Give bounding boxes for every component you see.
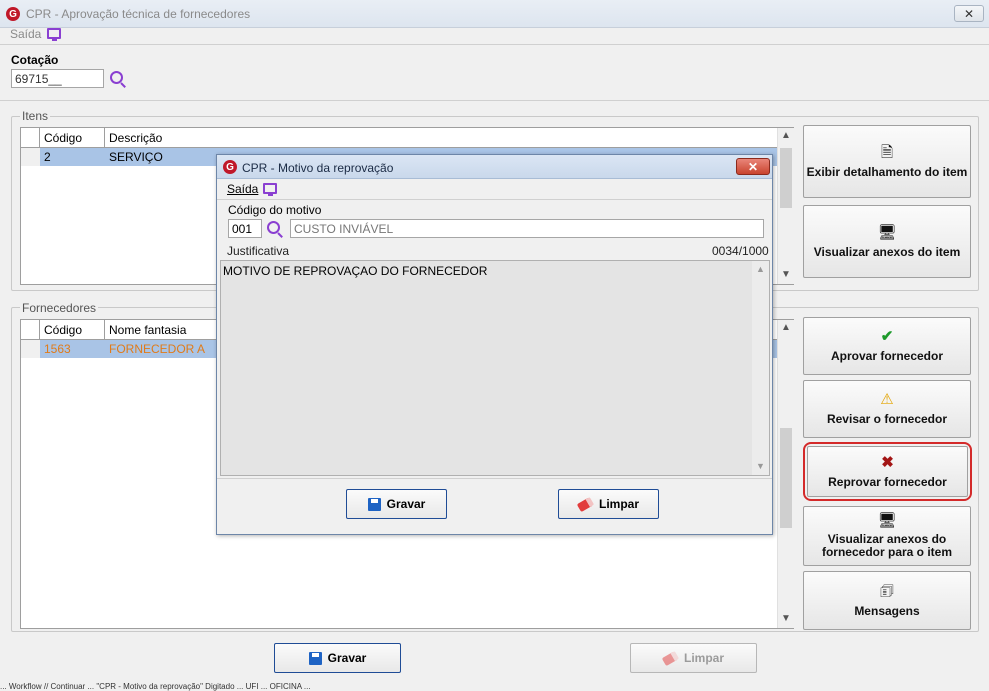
col-codigo[interactable]: Código: [40, 128, 105, 147]
motivo-descricao-field: CUSTO INVIÁVEL: [290, 219, 764, 238]
mensagens-label: Mensagens: [854, 603, 920, 618]
dialog-limpar-button[interactable]: Limpar: [558, 489, 659, 519]
visualizar-anexos-item-button[interactable]: 🖥 Visualizar anexos do item: [803, 205, 971, 278]
warning-icon: ⚠: [880, 391, 894, 408]
exibir-detalhamento-button[interactable]: 🗎 Exibir detalhamento do item: [803, 125, 971, 198]
dialog-menu-saida[interactable]: Saída: [227, 182, 258, 196]
justificativa-label: Justificativa: [227, 244, 290, 258]
dialog-gravar-button[interactable]: Gravar: [346, 489, 447, 519]
dialog-titlebar: G CPR - Motivo da reprovação ✕: [217, 155, 772, 179]
visualizar-anexos-fornecedor-button[interactable]: 🖥 Visualizar anexos do fornecedor para o…: [803, 506, 971, 566]
messages-icon: 🗊: [880, 582, 894, 600]
codigo-motivo-input[interactable]: 001: [228, 219, 262, 238]
limpar-label: Limpar: [683, 651, 724, 665]
cotacao-label: Cotação: [11, 53, 59, 67]
scroll-thumb[interactable]: [780, 148, 792, 208]
grid-corner: [21, 128, 40, 147]
fornecedores-legend: Fornecedores: [20, 301, 99, 315]
eraser-icon: [576, 496, 595, 512]
eraser-icon: [661, 650, 680, 666]
menu-divider: [0, 44, 989, 45]
codigo-motivo-label: Código do motivo: [228, 203, 322, 217]
grid-corner: [21, 320, 40, 339]
dialog-title: CPR - Motivo da reprovação: [242, 161, 394, 175]
menu-saida[interactable]: Saída: [10, 27, 41, 41]
x-mark-icon: ✖: [881, 453, 894, 471]
cell-codigo: 2: [44, 150, 51, 164]
status-bar: ... Workflow // Continuar ... "CPR - Mot…: [0, 682, 989, 691]
itens-legend: Itens: [20, 109, 51, 123]
mensagens-button[interactable]: 🗊 Mensagens: [803, 571, 971, 630]
scroll-up-icon[interactable]: ▲: [756, 264, 765, 274]
reprovar-fornecedor-label: Reprovar fornecedor: [828, 474, 947, 489]
justificativa-counter: 0034/1000: [712, 244, 769, 258]
monitor-icon: 🖥: [877, 512, 897, 529]
fornecedores-scrollbar[interactable]: ▲ ▼: [777, 320, 794, 628]
gravar-label: Gravar: [327, 651, 367, 665]
revisar-fornecedor-label: Revisar o fornecedor: [826, 412, 948, 426]
row-indicator: [21, 340, 40, 358]
justificativa-textarea[interactable]: MOTIVO DE REPROVAÇAO DO FORNECEDOR ▲ ▼: [220, 260, 770, 476]
row-indicator: [21, 148, 40, 166]
scroll-up-icon[interactable]: ▲: [781, 130, 791, 141]
save-icon: [308, 651, 322, 665]
dialog-gravar-label: Gravar: [386, 497, 426, 511]
window-close-button[interactable]: ✕: [954, 5, 984, 22]
scroll-up-icon[interactable]: ▲: [781, 322, 791, 333]
dialog-limpar-label: Limpar: [598, 497, 639, 511]
scroll-down-icon[interactable]: ▼: [781, 269, 791, 280]
anexos-fornecedor-label-2: fornecedor para o item: [821, 545, 953, 559]
monitor-icon: 🖥: [877, 223, 897, 241]
revisar-fornecedor-button[interactable]: ⚠ Revisar o fornecedor: [803, 380, 971, 438]
col-descricao[interactable]: Descrição: [105, 128, 773, 147]
gravar-button[interactable]: Gravar: [274, 643, 401, 673]
cotacao-input[interactable]: 69715__: [11, 69, 104, 88]
itens-scrollbar[interactable]: ▲ ▼: [777, 128, 794, 284]
dialog-close-button[interactable]: ✕: [736, 158, 770, 175]
motivo-dialog: G CPR - Motivo da reprovação ✕ Saída Cód…: [216, 154, 773, 535]
dialog-logo-icon: G: [223, 160, 237, 174]
visualizar-anexos-item-label: Visualizar anexos do item: [813, 244, 961, 259]
scroll-down-icon[interactable]: ▼: [756, 461, 765, 471]
header-divider: [0, 100, 989, 101]
reprovar-fornecedor-button[interactable]: ✖ Reprovar fornecedor: [807, 446, 968, 497]
app-logo-icon: G: [6, 7, 20, 21]
check-icon: ✔: [880, 328, 894, 345]
document-search-icon: 🗎: [880, 143, 894, 161]
dialog-footer-divider: [217, 478, 772, 479]
cotacao-search-icon[interactable]: [110, 71, 123, 84]
justificativa-scrollbar[interactable]: ▲ ▼: [752, 261, 769, 475]
scroll-thumb[interactable]: [780, 428, 792, 528]
cell-codigo: 1563: [44, 342, 71, 356]
limpar-button[interactable]: Limpar: [630, 643, 757, 673]
window-titlebar: G CPR - Aprovação técnica de fornecedore…: [0, 0, 989, 28]
codigo-search-icon[interactable]: [267, 221, 280, 234]
scroll-down-icon[interactable]: ▼: [781, 613, 791, 624]
justificativa-text: MOTIVO DE REPROVAÇAO DO FORNECEDOR: [223, 264, 488, 278]
itens-grid-header: Código Descrição: [21, 128, 793, 148]
save-icon: [367, 497, 381, 511]
screen-icon[interactable]: [47, 28, 61, 41]
aprovar-fornecedor-label: Aprovar fornecedor: [830, 349, 944, 363]
exibir-detalhamento-label: Exibir detalhamento do item: [806, 164, 968, 179]
aprovar-fornecedor-button[interactable]: ✔ Aprovar fornecedor: [803, 317, 971, 375]
window-title: CPR - Aprovação técnica de fornecedores: [26, 7, 251, 21]
col-codigo[interactable]: Código: [40, 320, 105, 339]
dialog-screen-icon[interactable]: [263, 183, 277, 196]
dialog-menu-divider: [217, 199, 772, 200]
